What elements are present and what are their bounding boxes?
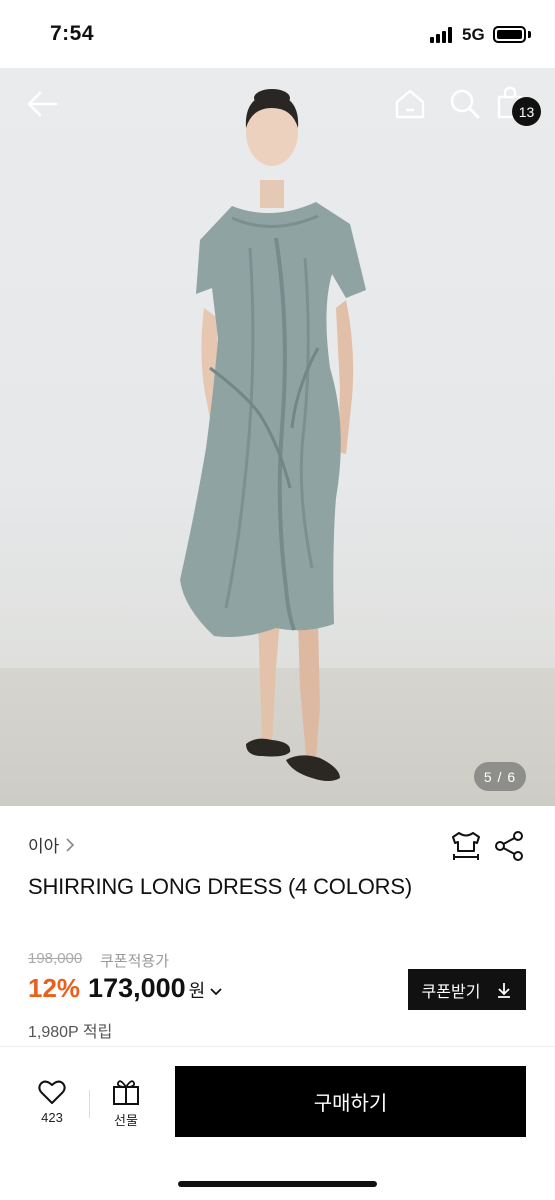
- chevron-down-icon: [210, 988, 222, 996]
- product-image-gallery[interactable]: 13 5 / 6: [0, 68, 555, 806]
- size-guide-button[interactable]: [449, 829, 483, 863]
- reward-points: 1,980P 적립: [28, 1024, 113, 1041]
- battery-tip: [528, 31, 531, 38]
- gift-icon: [113, 1080, 139, 1105]
- original-price: 198,000: [28, 950, 83, 967]
- divider: [0, 1046, 555, 1047]
- heart-icon: [38, 1080, 66, 1104]
- share-button[interactable]: [494, 830, 526, 862]
- like-button[interactable]: 423: [30, 1079, 74, 1129]
- sale-price: 173,000: [88, 973, 186, 1003]
- brand-name: 이아: [28, 837, 60, 856]
- home-button[interactable]: [392, 86, 428, 122]
- signal-icon: [430, 27, 456, 43]
- discount-rate: 12%: [28, 973, 81, 1003]
- get-coupon-button[interactable]: 쿠폰받기: [408, 969, 526, 1010]
- gallery-page-indicator: 5 / 6: [474, 762, 526, 791]
- home-indicator: [178, 1181, 377, 1187]
- chevron-right-icon: [66, 837, 75, 852]
- network-type: 5G: [462, 25, 485, 44]
- product-title: SHIRRING LONG DRESS (4 COLORS): [28, 874, 412, 899]
- product-photo: [180, 89, 366, 781]
- price-detail-toggle[interactable]: 12% 173,000 원: [28, 973, 223, 1004]
- back-button[interactable]: [22, 88, 62, 120]
- share-icon: [495, 831, 523, 861]
- gift-button[interactable]: 선물: [104, 1079, 148, 1129]
- status-bar: 7:54 5G: [0, 0, 555, 68]
- brand-link[interactable]: 이아: [28, 832, 75, 857]
- coupon-price-note: 쿠폰적용가: [100, 953, 170, 970]
- home-icon: [395, 89, 425, 119]
- coupon-button-label: 쿠폰받기: [421, 983, 481, 1001]
- battery-icon: [493, 26, 526, 43]
- divider: [89, 1090, 90, 1118]
- gift-label: 선물: [114, 1113, 138, 1128]
- search-icon: [450, 89, 480, 119]
- currency-label: 원: [188, 981, 206, 1001]
- download-icon: [498, 982, 511, 998]
- status-time: 7:54: [50, 22, 95, 45]
- tshirt-size-icon: [452, 832, 480, 860]
- buy-button[interactable]: 구매하기: [175, 1066, 526, 1137]
- back-arrow-icon: [27, 91, 58, 117]
- like-count: 423: [41, 1110, 63, 1125]
- search-button[interactable]: [447, 86, 483, 122]
- cart-count-badge: 13: [512, 97, 541, 126]
